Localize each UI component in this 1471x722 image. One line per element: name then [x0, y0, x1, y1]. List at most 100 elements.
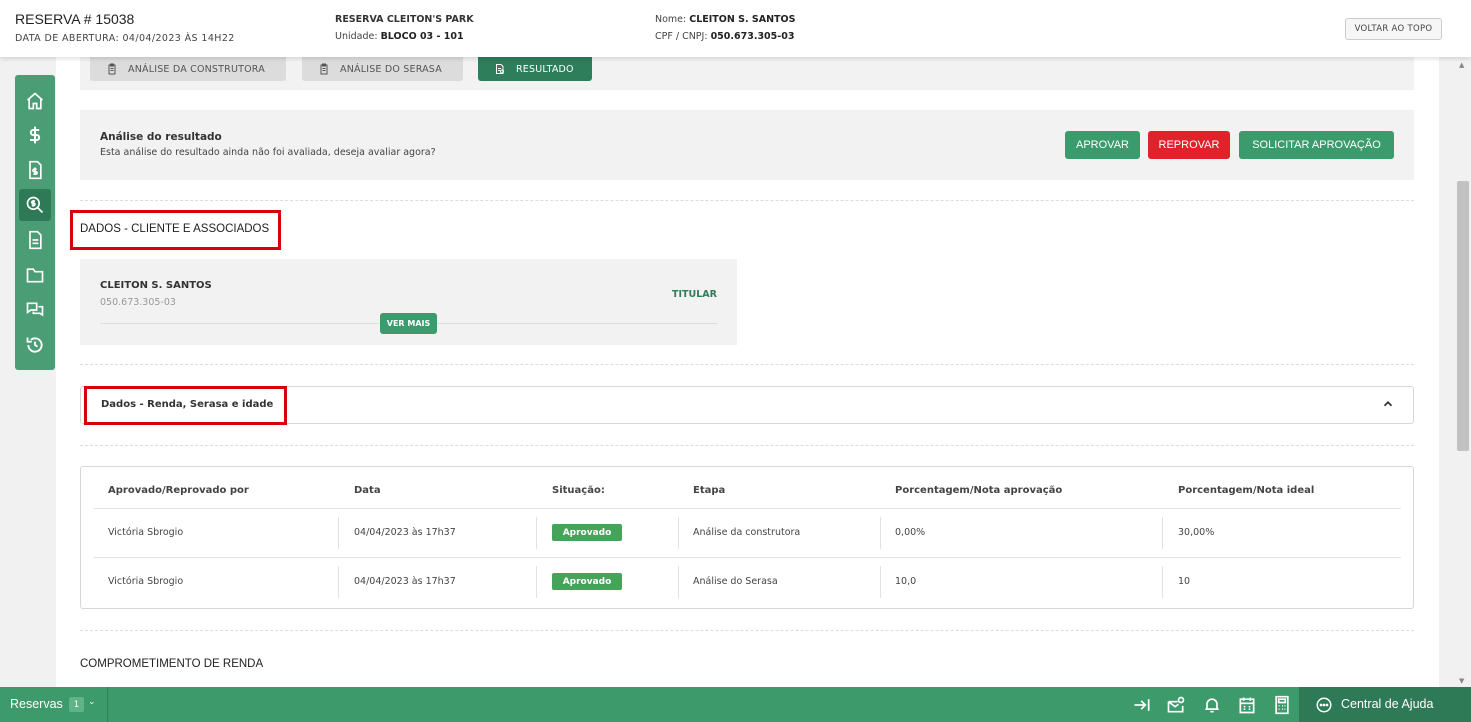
clipboard-icon [108, 63, 116, 75]
reserve-title: RESERVA # 15038 [15, 11, 135, 27]
status-badge: Aprovado [552, 573, 622, 590]
reject-button[interactable]: REPROVAR [1148, 131, 1230, 159]
sidebar-item-home[interactable] [19, 85, 51, 117]
client-card-cpf: 050.673.305-03 [100, 297, 176, 308]
report-icon [496, 64, 504, 74]
chevron-down-icon: ⌄ [88, 697, 96, 707]
table-cell: 30,00% [1178, 527, 1215, 538]
client-value: CLEITON S. SANTOS [689, 14, 796, 25]
client-card: CLEITON S. SANTOS 050.673.305-03 TITULAR… [80, 259, 737, 345]
sidebar-item-documents[interactable] [19, 224, 51, 256]
table-header: Porcentagem/Nota aprovação [895, 485, 1063, 496]
section-divider [80, 630, 1414, 631]
income-section-title: COMPROMETIMENTO DE RENDA [80, 658, 264, 670]
collapse-right-icon[interactable] [1132, 695, 1152, 715]
sidebar-item-financial[interactable] [19, 119, 51, 151]
unit-label: Unidade: [335, 31, 381, 42]
table-cell: 04/04/2023 às 17h37 [354, 576, 456, 587]
table-header: Porcentagem/Nota ideal [1178, 485, 1315, 496]
bottom-bar: Reservas 1 ⌄ Central de Ajuda [0, 687, 1471, 722]
client-name-info: Nome: CLEITON S. SANTOS [655, 14, 795, 25]
search-money-icon [26, 196, 44, 214]
chevron-up-icon[interactable] [1381, 397, 1395, 411]
table-header: Aprovado/Reprovado por [108, 485, 249, 496]
cell-divider [880, 566, 881, 598]
highlight-box [84, 386, 287, 425]
table-cell: 04/04/2023 às 17h37 [354, 527, 456, 538]
client-cpf-info: CPF / CNPJ: 050.673.305-03 [655, 31, 794, 42]
row-divider [94, 557, 1401, 558]
chat-icon [26, 302, 44, 317]
analysis-tabs: ANÁLISE DA CONSTRUTORA ANÁLISE DO SERASA… [80, 57, 1414, 90]
home-icon [26, 92, 44, 110]
sidebar-item-invoice[interactable] [19, 154, 51, 186]
help-center-label: Central de Ajuda [1341, 697, 1434, 711]
back-to-top-button[interactable]: VOLTAR AO TOPO [1345, 18, 1442, 40]
calculator-icon[interactable] [1272, 695, 1292, 715]
approve-button[interactable]: APROVAR [1065, 131, 1140, 159]
cell-divider [678, 566, 679, 598]
invoice-icon [29, 160, 42, 180]
cell-divider [536, 566, 537, 598]
cpf-value: 050.673.305-03 [710, 31, 795, 42]
cell-divider [880, 517, 881, 549]
unit-value: BLOCO 03 - 101 [380, 31, 464, 42]
client-role: TITULAR [672, 289, 717, 300]
clipboard-icon [320, 63, 328, 75]
table-cell: Victória Sbrogio [108, 576, 184, 587]
tab-label: RESULTADO [516, 63, 574, 75]
see-more-button[interactable]: VER MAIS [380, 313, 437, 334]
highlight-box [70, 210, 281, 250]
page-scrollbar[interactable]: ▲ ▼ [1455, 57, 1471, 687]
approvals-table: Aprovado/Reprovado por Data Situação: Et… [80, 466, 1414, 609]
sidebar-item-folder[interactable] [19, 259, 51, 291]
tab-label: ANÁLISE DO SERASA [340, 63, 442, 75]
project-name: RESERVA CLEITON'S PARK [335, 14, 474, 25]
tab-serasa[interactable]: ANÁLISE DO SERASA [302, 57, 463, 81]
sidebar [15, 75, 55, 370]
cell-divider [678, 517, 679, 549]
reserve-header: RESERVA # 15038 DATA DE ABERTURA: 04/04/… [0, 0, 1471, 57]
cell-divider [1162, 566, 1163, 598]
chat-bubble-icon [1316, 697, 1332, 713]
bell-icon[interactable] [1202, 695, 1222, 715]
request-approval-button[interactable]: SOLICITAR APROVAÇÃO [1239, 131, 1394, 159]
cell-divider [338, 566, 339, 598]
sidebar-item-history[interactable] [19, 329, 51, 361]
help-center-button[interactable]: Central de Ajuda [1299, 687, 1471, 722]
calendar-icon[interactable] [1237, 695, 1257, 715]
table-header: Etapa [693, 485, 726, 496]
section-divider [80, 364, 1414, 365]
table-header: Situação: [552, 485, 605, 496]
table-cell: 10 [1178, 576, 1191, 587]
open-date: DATA DE ABERTURA: 04/04/2023 ÀS 14H22 [15, 33, 235, 44]
scroll-thumb[interactable] [1457, 181, 1469, 451]
section-divider [80, 445, 1414, 446]
table-header: Data [354, 485, 381, 496]
table-cell: 10,0 [895, 576, 917, 587]
scroll-down-arrow-icon[interactable]: ▼ [1459, 677, 1464, 685]
status-badge: Aprovado [552, 524, 622, 541]
section-divider [80, 200, 1414, 201]
folder-icon [26, 268, 44, 283]
analysis-description: Esta análise do resultado ainda não foi … [100, 147, 436, 158]
sidebar-item-analysis[interactable] [19, 189, 51, 221]
cell-divider [338, 517, 339, 549]
sidebar-item-messages[interactable] [19, 294, 51, 326]
reservas-switcher[interactable]: Reservas 1 ⌄ [0, 687, 108, 722]
table-cell: 0,00% [895, 527, 926, 538]
tab-construtora[interactable]: ANÁLISE DA CONSTRUTORA [90, 57, 286, 81]
result-analysis-box: Análise do resultado Esta análise do res… [80, 110, 1414, 180]
document-icon [29, 230, 42, 250]
reservas-label: Reservas [10, 697, 63, 711]
cpf-label: CPF / CNPJ: [655, 31, 711, 42]
mail-notification-icon[interactable] [1166, 695, 1186, 715]
tab-resultado[interactable]: RESULTADO [478, 57, 592, 81]
history-icon [26, 337, 43, 353]
cell-divider [1162, 517, 1163, 549]
scroll-up-arrow-icon[interactable]: ▲ [1459, 61, 1464, 69]
table-cell: Victória Sbrogio [108, 527, 184, 538]
cell-divider [536, 517, 537, 549]
table-cell: Análise do Serasa [693, 576, 778, 587]
row-divider [94, 508, 1401, 509]
